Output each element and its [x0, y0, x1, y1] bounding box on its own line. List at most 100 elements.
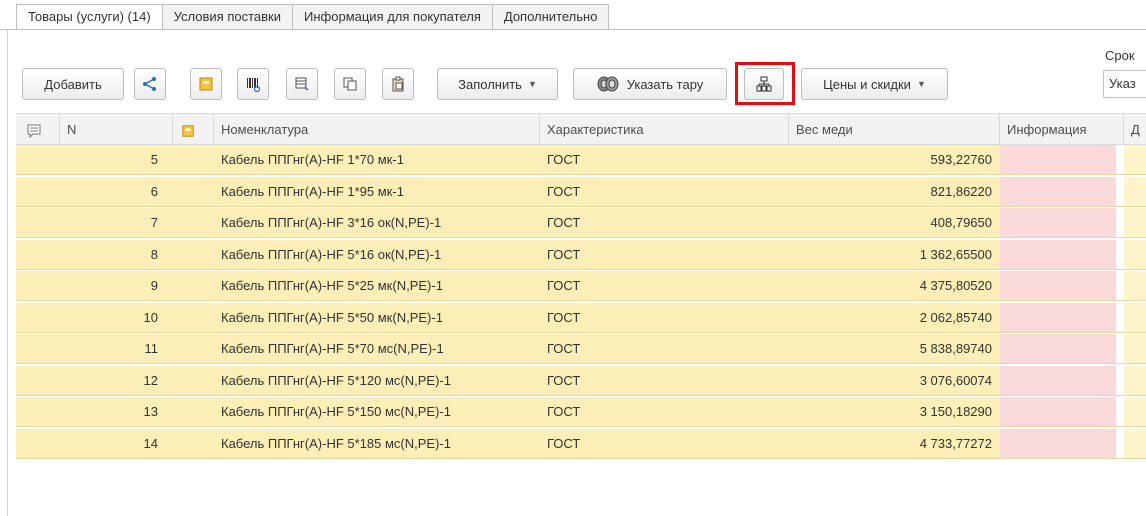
cell-nomenclature[interactable]: Кабель ППГнг(А)-HF 5*25 мк(N,PE)-1: [221, 271, 541, 300]
add-button[interactable]: Добавить: [22, 68, 124, 100]
cell-copper-weight[interactable]: 593,22760: [796, 145, 992, 174]
cell-nomenclature[interactable]: Кабель ППГнг(А)-HF 5*150 мс(N,PE)-1: [221, 397, 541, 426]
comment-column-header[interactable]: [16, 114, 60, 145]
cell-nomenclature[interactable]: Кабель ППГнг(А)-HF 5*70 мс(N,PE)-1: [221, 334, 541, 363]
cell-info[interactable]: [1000, 145, 1116, 174]
paste-button[interactable]: [382, 68, 414, 100]
cell-info[interactable]: [1000, 302, 1116, 332]
cell-characteristic[interactable]: ГОСТ: [547, 145, 787, 174]
table-row[interactable]: 5 Кабель ППГнг(А)-HF 1*70 мк-1 ГОСТ 593,227…: [16, 145, 1146, 175]
cell-nomenclature[interactable]: Кабель ППГнг(А)-HF 3*16 ок(N,PE)-1: [221, 208, 541, 237]
cell-n[interactable]: 11: [60, 334, 160, 363]
cell-copper-weight[interactable]: 3 150,18290: [796, 397, 992, 426]
cell-copper-weight[interactable]: 2 062,85740: [796, 303, 992, 332]
cell-characteristic[interactable]: ГОСТ: [547, 208, 787, 237]
cell-info[interactable]: [1000, 397, 1116, 426]
cell-characteristic[interactable]: ГОСТ: [547, 303, 787, 332]
cell-info[interactable]: [1000, 271, 1116, 300]
comment-icon: [27, 124, 41, 138]
tab-goods[interactable]: Товары (услуги) (14): [16, 4, 163, 30]
barcode-button[interactable]: [237, 68, 269, 100]
cell-n[interactable]: 5: [60, 145, 160, 174]
cell-copper-weight[interactable]: 408,79650: [796, 208, 992, 237]
cell-n[interactable]: 6: [60, 177, 160, 206]
tab-delivery-conditions[interactable]: Условия поставки: [162, 4, 294, 30]
column-header-d[interactable]: Д: [1124, 114, 1146, 145]
table-row[interactable]: 10 Кабель ППГнг(А)-HF 5*50 мк(N,PE)-1 ГОСТ…: [16, 302, 1146, 333]
copy-icon: [343, 77, 357, 91]
cell-n[interactable]: 7: [60, 208, 160, 237]
cell-nomenclature[interactable]: Кабель ППГнг(А)-HF 5*50 мк(N,PE)-1: [221, 303, 541, 332]
cell-copper-weight[interactable]: 3 076,60074: [796, 366, 992, 395]
table-select-icon: [295, 77, 309, 90]
cell-characteristic[interactable]: ГОСТ: [547, 429, 787, 458]
row-background: [1124, 271, 1146, 300]
table-row[interactable]: 14 Кабель ППГнг(А)-HF 5*185 мс(N,PE)-1 ГОС…: [16, 428, 1146, 459]
cell-info[interactable]: [1000, 208, 1116, 237]
cell-n[interactable]: 14: [60, 429, 160, 458]
group-icon: [199, 77, 213, 91]
cell-info[interactable]: [1000, 176, 1116, 206]
cell-characteristic[interactable]: ГОСТ: [547, 271, 787, 300]
cell-copper-weight[interactable]: 821,86220: [796, 177, 992, 206]
paste-icon: [392, 76, 404, 92]
chevron-down-icon: ▼: [916, 79, 926, 89]
cell-nomenclature[interactable]: Кабель ППГнг(А)-HF 5*185 мс(N,PE)-1: [221, 429, 541, 458]
highlight-frame: [735, 62, 795, 105]
cell-copper-weight[interactable]: 5 838,89740: [796, 334, 992, 363]
cell-n[interactable]: 12: [60, 366, 160, 395]
cell-copper-weight[interactable]: 4 733,77272: [796, 429, 992, 458]
cell-nomenclature[interactable]: Кабель ППГнг(А)-HF 1*70 мк-1: [221, 145, 541, 174]
column-header-n[interactable]: N: [60, 114, 173, 145]
cell-info[interactable]: [1000, 334, 1116, 363]
table-row[interactable]: 11 Кабель ППГнг(А)-HF 5*70 мс(N,PE)-1 ГОСТ…: [16, 334, 1146, 364]
column-header-characteristic[interactable]: Характеристика: [540, 114, 789, 145]
group-button[interactable]: [190, 68, 222, 100]
column-header-copper-weight[interactable]: Вес меди: [789, 114, 1000, 145]
row-background: [1124, 365, 1146, 395]
prices-discounts-dropdown-button[interactable]: Цены и скидки ▼: [801, 68, 948, 100]
cell-info[interactable]: [1000, 365, 1116, 395]
row-background: [1124, 145, 1146, 174]
select-from-list-button[interactable]: [286, 68, 318, 100]
cell-n[interactable]: 8: [60, 240, 160, 269]
prices-discounts-label: Цены и скидки: [823, 76, 911, 92]
copy-button[interactable]: [334, 68, 366, 100]
term-label: Срок: [1105, 48, 1135, 63]
cell-characteristic[interactable]: ГОСТ: [547, 397, 787, 426]
group-column-header[interactable]: [173, 114, 214, 145]
cell-nomenclature[interactable]: Кабель ППГнг(А)-HF 5*120 мс(N,PE)-1: [221, 366, 541, 395]
specify-tare-button[interactable]: Указать тару: [573, 68, 727, 100]
cell-copper-weight[interactable]: 1 362,65500: [796, 240, 992, 269]
cell-characteristic[interactable]: ГОСТ: [547, 366, 787, 395]
table-row[interactable]: 6 Кабель ППГнг(А)-HF 1*95 мк-1 ГОСТ 821,862…: [16, 176, 1146, 207]
cell-copper-weight[interactable]: 4 375,80520: [796, 271, 992, 300]
table-row[interactable]: 13 Кабель ППГнг(А)-HF 5*150 мс(N,PE)-1 ГОС…: [16, 397, 1146, 427]
cell-characteristic[interactable]: ГОСТ: [547, 334, 787, 363]
table-row[interactable]: 12 Кабель ППГнг(А)-HF 5*120 мс(N,PE)-1 ГОС…: [16, 365, 1146, 396]
cell-info[interactable]: [1000, 428, 1116, 458]
fill-dropdown-button[interactable]: Заполнить ▼: [437, 68, 558, 100]
row-background: [1124, 302, 1146, 332]
cell-n[interactable]: 13: [60, 397, 160, 426]
link-button[interactable]: [134, 68, 166, 100]
table-row[interactable]: 9 Кабель ППГнг(А)-HF 5*25 мк(N,PE)-1 ГОСТ 4…: [16, 271, 1146, 301]
cell-characteristic[interactable]: ГОСТ: [547, 240, 787, 269]
cell-n[interactable]: 9: [60, 271, 160, 300]
cell-nomenclature[interactable]: Кабель ППГнг(А)-HF 1*95 мк-1: [221, 177, 541, 206]
tab-additional[interactable]: Дополнительно: [492, 4, 610, 30]
cell-info[interactable]: [1000, 239, 1116, 269]
link-icon: [143, 77, 156, 91]
fill-button-label: Заполнить: [458, 76, 522, 92]
cell-characteristic[interactable]: ГОСТ: [547, 177, 787, 206]
table-row[interactable]: 7 Кабель ППГнг(А)-HF 3*16 ок(N,PE)-1 ГОСТ 4…: [16, 208, 1146, 238]
term-field[interactable]: Указ: [1103, 70, 1146, 98]
row-background: [1124, 176, 1146, 206]
row-background: [1124, 239, 1146, 269]
column-header-nomenclature[interactable]: Номенклатура: [214, 114, 540, 145]
tab-buyer-info[interactable]: Информация для покупателя: [293, 4, 493, 30]
cell-nomenclature[interactable]: Кабель ППГнг(А)-HF 5*16 ок(N,PE)-1: [221, 240, 541, 269]
table-row[interactable]: 8 Кабель ППГнг(А)-HF 5*16 ок(N,PE)-1 ГОСТ 1…: [16, 239, 1146, 270]
column-header-info[interactable]: Информация: [1000, 114, 1124, 145]
cell-n[interactable]: 10: [60, 303, 160, 332]
